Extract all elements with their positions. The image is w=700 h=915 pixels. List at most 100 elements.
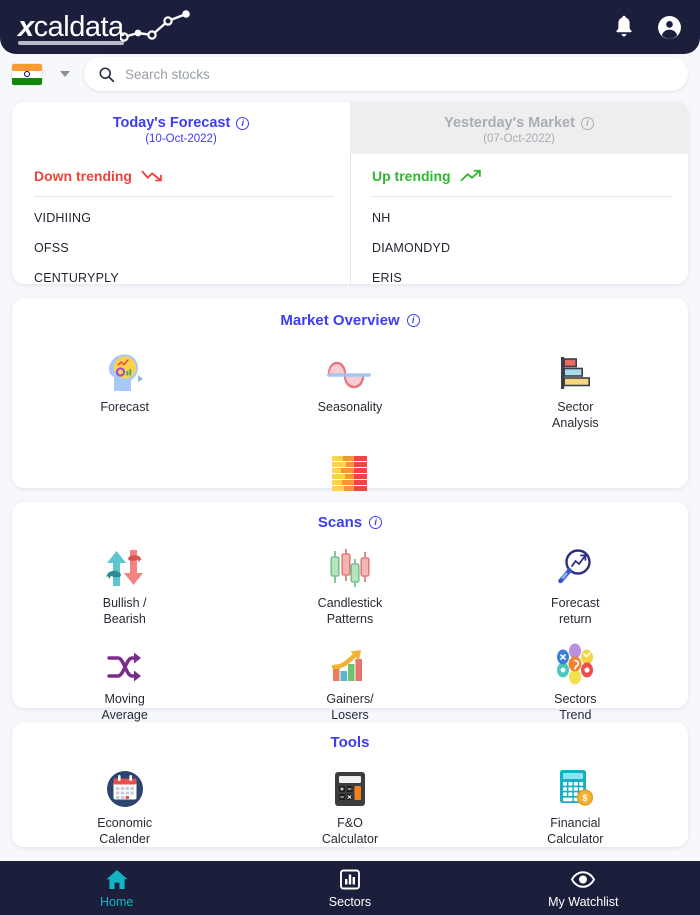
yesterdays-market-header: Yesterday's Market i (07-Oct-2022) [350, 102, 688, 154]
bottom-navigation: Home Sectors My Watchlist [0, 861, 700, 915]
scans-tile-row-1: Bullish / Bearish Candlestick Patterns F… [12, 545, 688, 627]
flag-white-stripe [12, 70, 42, 78]
info-icon[interactable]: i [406, 314, 420, 327]
account-circle-icon [658, 15, 681, 39]
scans-title-row: Scans i [12, 502, 688, 531]
yesterdays-market-pane: Yesterday's Market i (07-Oct-2022) Up tr… [350, 102, 688, 284]
todays-forecast-stock-list: VIDHIING OFSS CENTURYPLY [12, 197, 350, 284]
tile-label: F&O Calculator [321, 816, 379, 846]
tile-label: Sectors Trend [554, 692, 597, 722]
tile-label: Seasonality [317, 400, 383, 414]
calculator-coin-icon: $ [555, 765, 595, 809]
logo-underline [18, 41, 124, 45]
list-item[interactable]: OFSS [34, 241, 350, 255]
forecast-card: Today's Forecast i (10-Oct-2022) Down tr… [12, 102, 688, 284]
tools-tile-row-1: Economic Calender F&O Calculator $ Finan… [12, 765, 688, 847]
home-icon [106, 869, 128, 889]
shuffle-arrows-icon [105, 641, 145, 685]
info-icon[interactable]: i [369, 516, 383, 529]
tile-financial-calculator[interactable]: $ Financial Calculator [463, 765, 688, 847]
tile-forecast-return[interactable]: Forecast return [463, 545, 688, 627]
tools-title: Tools [330, 734, 370, 751]
search-icon [99, 66, 115, 82]
todays-forecast-title: Today's Forecast [112, 115, 231, 131]
nav-label: My Watchlist [548, 894, 619, 909]
list-item[interactable]: VIDHIING [34, 211, 350, 225]
down-trending-label-row: Down trending [12, 154, 350, 196]
market-overview-title: Market Overview [280, 312, 400, 329]
logo-word: caldata [33, 11, 125, 43]
tools-card: Tools Economic Calender F&O Calculator $… [12, 722, 688, 847]
nav-label: Sectors [328, 894, 372, 909]
tile-moving-average[interactable]: Moving Average [12, 641, 237, 723]
info-icon[interactable]: i [236, 116, 250, 130]
pane-divider [350, 154, 351, 284]
account-button[interactable] [657, 15, 682, 40]
logo-letter-x: x [18, 11, 34, 43]
yesterdays-market-date: (07-Oct-2022) [483, 133, 555, 145]
info-icon[interactable]: i [580, 116, 594, 130]
tile-gainers-losers[interactable]: Gainers/ Losers [237, 641, 462, 723]
market-overview-card: Market Overview i Forecast Seasonality S… [12, 298, 688, 516]
nav-item-home[interactable]: Home [0, 868, 233, 909]
search-input[interactable] [125, 66, 674, 82]
top-bar: xcaldata [0, 0, 700, 54]
bull-bear-arrows-icon [102, 545, 148, 589]
scans-card: Scans i Bullish / Bearish Candlestick Pa… [12, 502, 688, 722]
chevron-down-icon[interactable] [60, 71, 70, 77]
calendar-icon [105, 765, 145, 809]
nav-item-my-watchlist[interactable]: My Watchlist [467, 868, 700, 909]
tile-sector-analysis[interactable]: Sector Analysis [463, 349, 688, 431]
tile-sectors-trend[interactable]: Sectors Trend [463, 641, 688, 723]
down-trending-label: Down trending [34, 168, 132, 184]
sine-wave-icon [326, 349, 374, 393]
tile-label: Candlestick Patterns [317, 596, 383, 626]
up-trending-label-row: Up trending [350, 154, 688, 196]
todays-forecast-title-row: Today's Forecast i [113, 115, 250, 131]
notifications-button[interactable] [613, 15, 635, 39]
trend-up-icon [460, 169, 481, 182]
india-flag-icon[interactable] [12, 63, 42, 85]
tile-label: Gainers/ Losers [326, 692, 374, 722]
tile-label: Financial Calculator [547, 816, 604, 846]
todays-forecast-date: (10-Oct-2022) [145, 133, 217, 145]
todays-forecast-header: Today's Forecast i (10-Oct-2022) [12, 102, 350, 154]
tile-economic-calender[interactable]: Economic Calender [12, 765, 237, 847]
search-box[interactable] [84, 57, 688, 91]
tile-seasonality[interactable]: Seasonality [237, 349, 462, 431]
app-logo[interactable]: xcaldata [18, 9, 194, 45]
horizontal-bar-chart-icon [555, 349, 595, 393]
logo-text: xcaldata [18, 13, 124, 45]
forecast-head-icon [105, 349, 145, 393]
app-root: xcaldata Search stocks Today's Forecast … [0, 0, 700, 915]
tile-label: Sector Analysis [552, 400, 599, 430]
scans-tile-row-2: Moving Average Gainers/ Losers Sectors T… [12, 641, 688, 723]
list-item[interactable]: NH [372, 211, 688, 225]
list-item[interactable]: CENTURYPLY [34, 271, 350, 284]
yesterdays-market-title-row: Yesterday's Market i [444, 115, 594, 131]
tile-label: Forecast [100, 400, 149, 414]
tools-title-row: Tools [12, 722, 688, 751]
bell-icon [616, 15, 632, 37]
eye-icon [571, 870, 596, 888]
flag-green-stripe [12, 77, 42, 85]
tile-bullish-bearish[interactable]: Bullish / Bearish [12, 545, 237, 627]
scans-title: Scans [317, 514, 363, 531]
calculator-dark-icon [331, 765, 369, 809]
tile-forecast[interactable]: Forecast [12, 349, 237, 431]
topbar-actions [613, 15, 682, 40]
list-item[interactable]: DIAMONDYD [372, 241, 688, 255]
tile-fo-calculator[interactable]: F&O Calculator [237, 765, 462, 847]
candlestick-icon [328, 545, 372, 589]
heat-map-icon [329, 451, 371, 495]
nav-label: Home [99, 894, 134, 909]
list-item[interactable]: ERIS [372, 271, 688, 284]
svg-text:$: $ [583, 793, 588, 803]
nav-item-sectors[interactable]: Sectors [233, 868, 466, 909]
tile-label: Bullish / Bearish [102, 596, 147, 626]
tile-label: Forecast return [551, 596, 600, 626]
bar-chart-arrow-up-icon [329, 641, 371, 685]
ashoka-chakra-icon [24, 71, 30, 77]
yesterdays-market-title: Yesterday's Market [444, 115, 575, 131]
tile-candlestick-patterns[interactable]: Candlestick Patterns [237, 545, 462, 627]
